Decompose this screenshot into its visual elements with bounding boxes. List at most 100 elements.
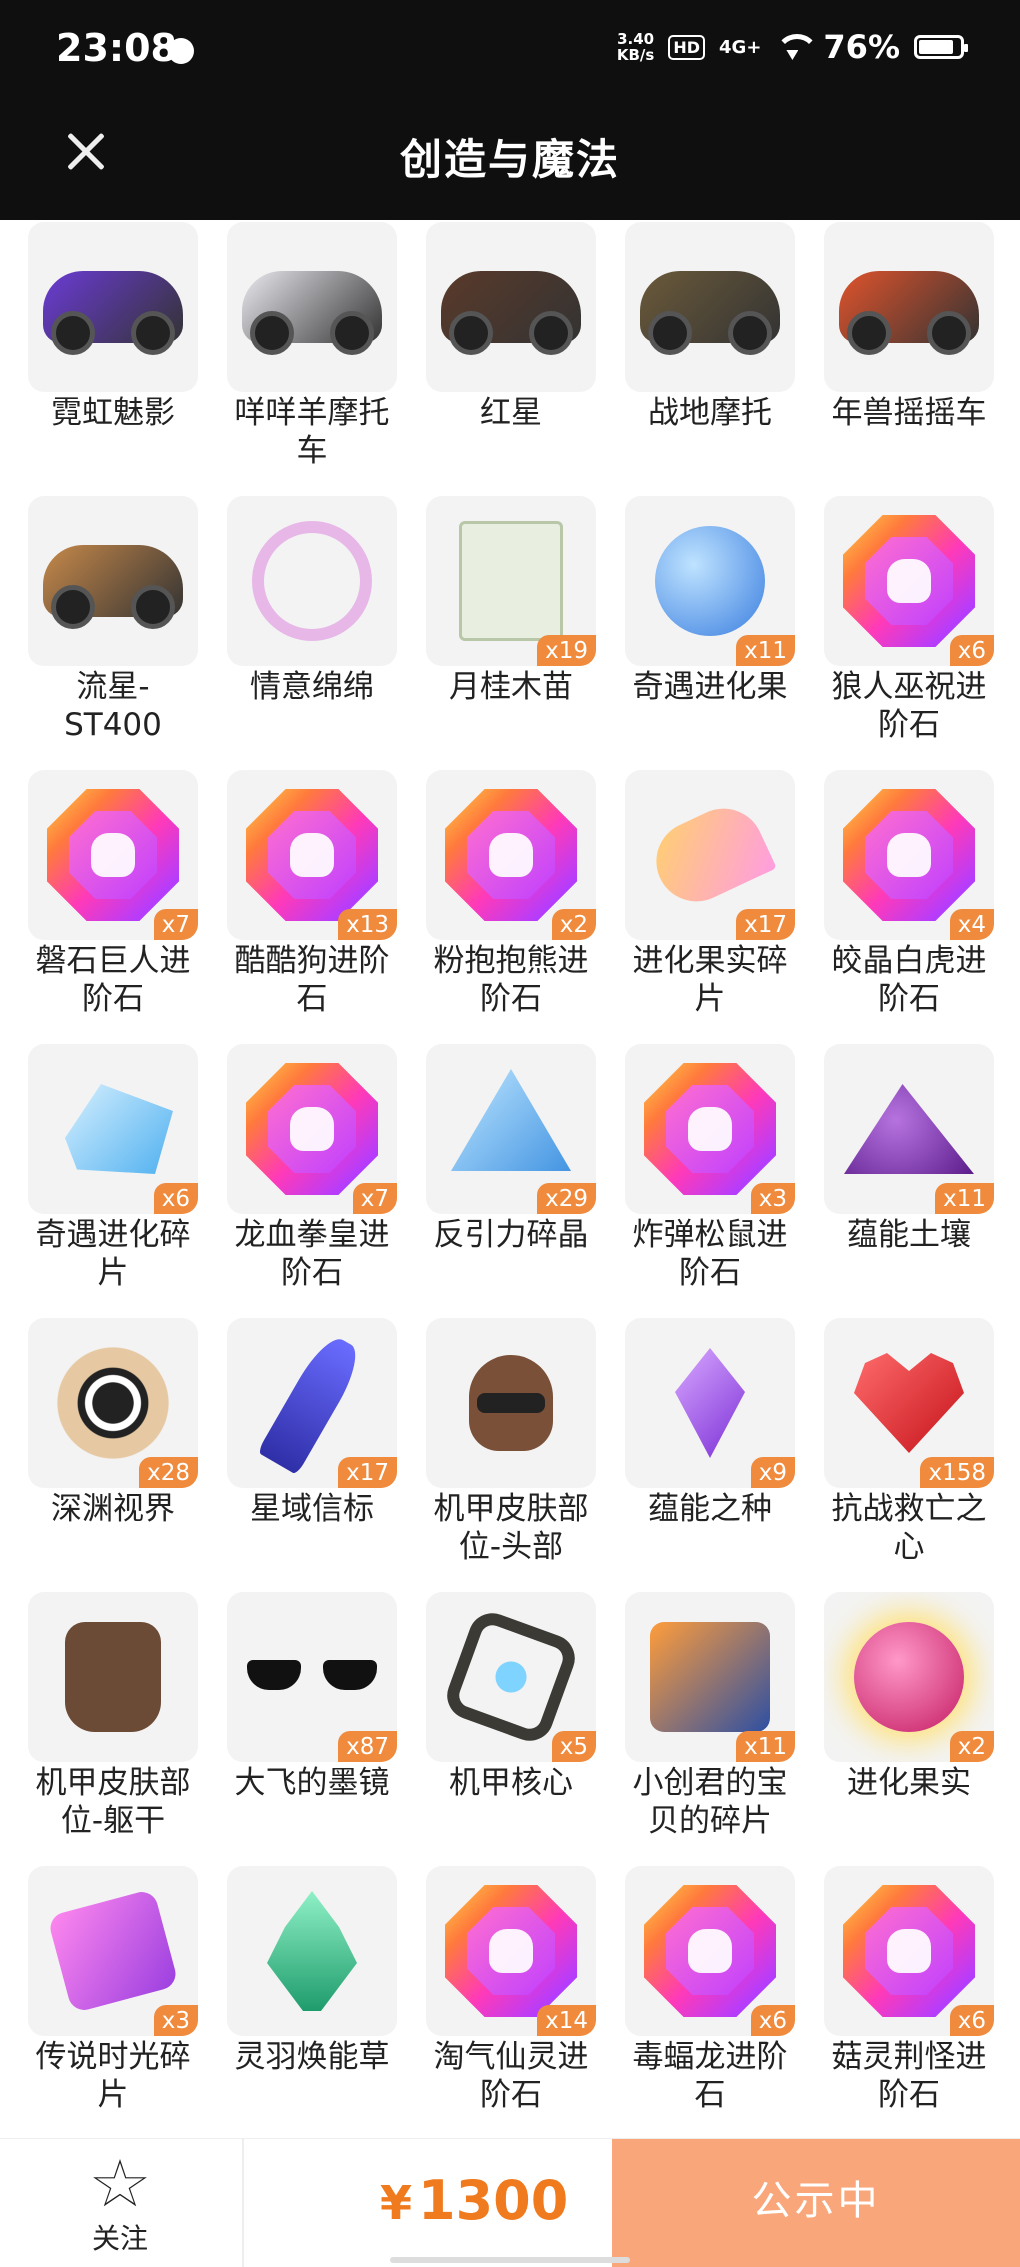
- item-card[interactable]: x6 狼人巫祝进阶石: [824, 496, 994, 770]
- item-name: 年兽摇摇车: [831, 395, 987, 431]
- follow-button[interactable]: 关注: [60, 2159, 180, 2257]
- item-thumbnail: x6: [824, 1866, 994, 2036]
- item-card[interactable]: x2 粉抱抱熊进阶石: [426, 770, 596, 1044]
- vehicle-icon: [839, 271, 979, 355]
- tpuzzle-icon: [46, 1888, 180, 2014]
- item-card[interactable]: x7 磐石巨人进阶石: [28, 770, 198, 1044]
- item-thumbnail: x6: [28, 1044, 198, 1214]
- quantity-badge: x158: [920, 1457, 994, 1488]
- item-name: 蕴能之种: [648, 1491, 772, 1527]
- item-thumbnail: x17: [227, 1318, 397, 1488]
- item-card[interactable]: 机甲皮肤部位-头部: [426, 1318, 596, 1592]
- heart-icon: [854, 1353, 964, 1453]
- item-card[interactable]: 流星-ST400: [28, 496, 198, 770]
- vehicle-icon: [43, 271, 183, 355]
- cellular-icon: 4G+: [719, 36, 762, 58]
- item-card[interactable]: x28 深渊视界: [28, 1318, 198, 1592]
- battery-level: 76%: [823, 28, 900, 66]
- item-card[interactable]: x19 月桂木苗: [426, 496, 596, 770]
- item-card[interactable]: x3 炸弹松鼠进阶石: [625, 1044, 795, 1318]
- price-value: 1300: [418, 2169, 569, 2232]
- item-card[interactable]: x158 抗战救亡之心: [824, 1318, 994, 1592]
- item-card[interactable]: x11 蕴能土壤: [824, 1044, 994, 1318]
- vehicle-icon: [242, 271, 382, 355]
- gem-icon: [644, 1885, 776, 2017]
- item-card[interactable]: x11 奇遇进化果: [625, 496, 795, 770]
- item-thumbnail: [426, 1318, 596, 1488]
- wreath-icon: [252, 521, 372, 641]
- follow-label: 关注: [91, 2222, 148, 2255]
- item-name: 深渊视界: [51, 1491, 175, 1527]
- item-thumbnail: x4: [824, 770, 994, 940]
- quantity-badge: x13: [338, 909, 397, 940]
- gem-icon: [843, 1885, 975, 2017]
- item-card[interactable]: x11 小创君的宝贝的碎片: [625, 1592, 795, 1866]
- item-card[interactable]: x6 奇遇进化碎片: [28, 1044, 198, 1318]
- rasp-icon: [854, 1622, 964, 1732]
- item-card[interactable]: x3 传说时光碎片: [28, 1866, 198, 2140]
- item-card[interactable]: 情意绵绵: [227, 496, 397, 770]
- quantity-badge: x11: [935, 1183, 994, 1214]
- berry-icon: [655, 526, 765, 636]
- gem-icon: [445, 789, 577, 921]
- item-name: 进化果实碎片: [632, 943, 788, 1017]
- quantity-badge: x7: [153, 909, 198, 940]
- item-card[interactable]: x6 菇灵荆怪进阶石: [824, 1866, 994, 2140]
- item-card[interactable]: 灵羽焕能草: [227, 1866, 397, 2140]
- quantity-badge: x87: [338, 1731, 397, 1762]
- slice-icon: [643, 795, 777, 915]
- item-thumbnail: [227, 496, 397, 666]
- item-card[interactable]: 红星: [426, 222, 596, 496]
- item-thumbnail: [227, 222, 397, 392]
- item-card[interactable]: x87 大飞的墨镜: [227, 1592, 397, 1866]
- item-card[interactable]: x2 进化果实: [824, 1592, 994, 1866]
- item-thumbnail: [28, 1592, 198, 1762]
- quantity-badge: x28: [139, 1457, 198, 1488]
- item-card[interactable]: x9 蕴能之种: [625, 1318, 795, 1592]
- home-indicator: [390, 2257, 630, 2263]
- item-card[interactable]: 战地摩托: [625, 222, 795, 496]
- item-thumbnail: x3: [28, 1866, 198, 2036]
- item-card[interactable]: x5 机甲核心: [426, 1592, 596, 1866]
- item-card[interactable]: x17 星域信标: [227, 1318, 397, 1592]
- quantity-badge: x2: [551, 909, 596, 940]
- quantity-badge: x14: [537, 2005, 596, 2036]
- item-card[interactable]: x14 淘气仙灵进阶石: [426, 1866, 596, 2140]
- item-name: 奇遇进化碎片: [35, 1217, 191, 1291]
- item-card[interactable]: x13 酷酷狗进阶石: [227, 770, 397, 1044]
- currency-symbol: ¥: [380, 2176, 413, 2230]
- quantity-badge: x11: [736, 1731, 795, 1762]
- item-name: 菇灵荆怪进阶石: [831, 2039, 987, 2113]
- quantity-badge: x3: [153, 2005, 198, 2036]
- item-card[interactable]: 霓虹魅影: [28, 222, 198, 496]
- core-icon: [440, 1606, 582, 1748]
- seed-icon: [675, 1348, 745, 1458]
- item-thumbnail: x14: [426, 1866, 596, 2036]
- quantity-badge: x6: [750, 2005, 795, 2036]
- quantity-badge: x6: [153, 1183, 198, 1214]
- item-name: 淘气仙灵进阶石: [433, 2039, 589, 2113]
- item-card[interactable]: 机甲皮肤部位-躯干: [28, 1592, 198, 1866]
- status-button[interactable]: 公示中: [612, 2139, 1020, 2267]
- vehicle-icon: [43, 545, 183, 629]
- hd-icon: HD: [668, 34, 706, 60]
- item-name: 酷酷狗进阶石: [234, 943, 390, 1017]
- head-icon: [469, 1355, 553, 1451]
- item-card[interactable]: x6 毒蝠龙进阶石: [625, 1866, 795, 2140]
- item-name: 蕴能土壤: [847, 1217, 971, 1253]
- item-card[interactable]: x7 龙血拳皇进阶石: [227, 1044, 397, 1318]
- item-card[interactable]: x17 进化果实碎片: [625, 770, 795, 1044]
- item-thumbnail: x3: [625, 1044, 795, 1214]
- item-card[interactable]: 年兽摇摇车: [824, 222, 994, 496]
- item-name: 机甲皮肤部位-头部: [433, 1491, 589, 1565]
- quantity-badge: x17: [338, 1457, 397, 1488]
- quantity-badge: x4: [949, 909, 994, 940]
- quantity-badge: x17: [736, 909, 795, 940]
- item-name: 流星-ST400: [64, 669, 162, 743]
- star-icon: [93, 2159, 147, 2207]
- item-card[interactable]: x4 皎晶白虎进阶石: [824, 770, 994, 1044]
- puzzle-icon: [650, 1622, 770, 1732]
- item-card[interactable]: x29 反引力碎晶: [426, 1044, 596, 1318]
- item-thumbnail: x7: [28, 770, 198, 940]
- item-card[interactable]: 咩咩羊摩托车: [227, 222, 397, 496]
